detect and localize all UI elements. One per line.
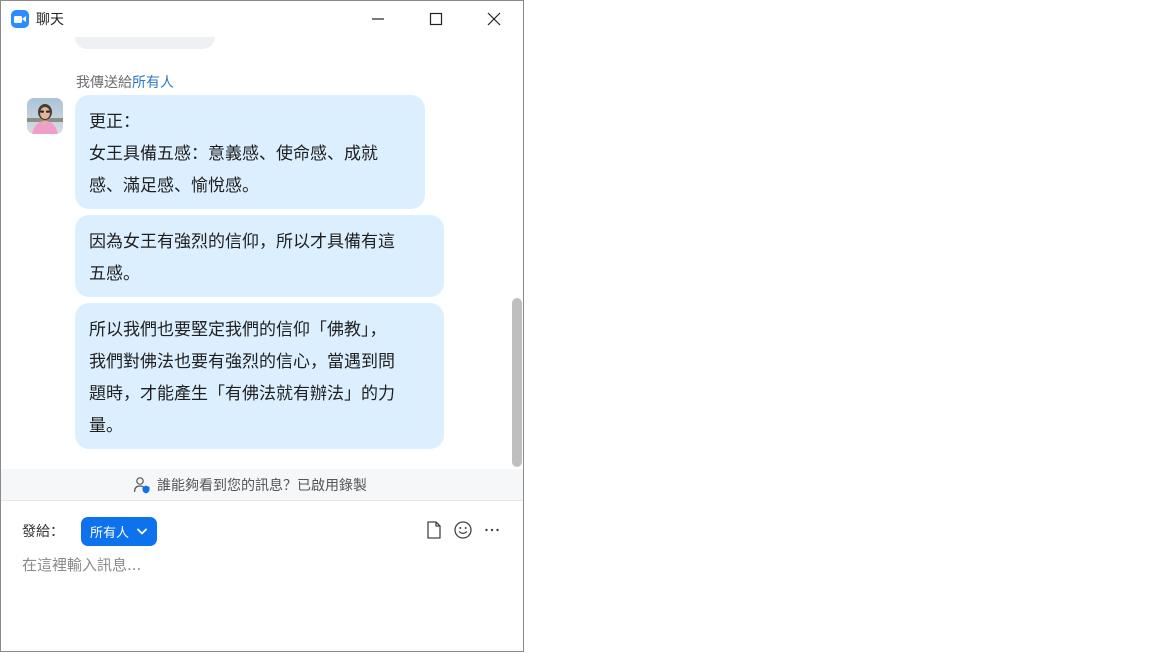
zoom-app-icon	[11, 10, 29, 28]
maximize-icon	[429, 12, 443, 26]
close-button[interactable]	[471, 1, 517, 37]
message-sender-line: 我傳送給所有人	[76, 72, 174, 92]
message-line: 更正：	[89, 112, 140, 132]
more-icon	[485, 528, 499, 532]
privacy-notice-text[interactable]: 誰能夠看到您的訊息？已啟用錄製	[157, 475, 367, 495]
chevron-down-icon	[137, 528, 147, 535]
privacy-notice-bar[interactable]: 誰能夠看到您的訊息？已啟用錄製	[1, 469, 523, 501]
previous-message-bubble	[75, 37, 215, 49]
minimize-icon	[372, 18, 384, 20]
message-line: 我們對佛法也要有強烈的信心，當遇到問	[89, 352, 395, 372]
avatar-image	[27, 98, 63, 134]
recipient-select-label: 所有人	[90, 526, 130, 541]
message-line: 女王具備五感：意義感、使命感、成就	[89, 144, 378, 164]
recipient-select-button[interactable]: 所有人	[81, 517, 157, 546]
send-file-button[interactable]	[424, 520, 444, 540]
message-line: 題時，才能產生「有佛法就有辦法」的力	[89, 384, 395, 404]
chat-message-bubble[interactable]: 所以我們也要堅定我們的信仰「佛教」， 我們對佛法也要有強烈的信心，當遇到問 題時…	[75, 303, 444, 449]
minimize-button[interactable]	[355, 1, 401, 37]
scrollbar-thumb[interactable]	[512, 298, 522, 467]
privacy-shield-user-icon	[133, 477, 150, 494]
emoji-button[interactable]	[453, 520, 473, 540]
maximize-button[interactable]	[413, 1, 459, 37]
avatar[interactable]	[27, 98, 63, 134]
window-title: 聊天	[36, 12, 64, 28]
message-input[interactable]	[22, 553, 502, 577]
message-line: 感、滿足感、愉悅感。	[89, 176, 259, 196]
title-bar[interactable]: 聊天	[1, 1, 523, 37]
chat-message-bubble[interactable]: 更正： 女王具備五感：意義感、使命感、成就 感、滿足感、愉悅感。	[75, 95, 425, 209]
message-line: 所以我們也要堅定我們的信仰「佛教」，	[89, 320, 387, 340]
chat-window: 聊天 我傳送給所有人 更正： 女王具備五感：意義感、使命感、成就 感、滿足感、愉…	[0, 0, 524, 652]
chat-message-bubble[interactable]: 因為女王有強烈的信仰，所以才具備有這 五感。	[75, 215, 444, 297]
close-icon	[487, 12, 501, 26]
emoji-icon	[454, 521, 472, 539]
file-icon	[427, 521, 441, 539]
message-line: 五感。	[89, 264, 140, 284]
sender-prefix: 我傳送給	[76, 75, 132, 91]
message-line: 量。	[89, 416, 123, 436]
message-line: 因為女王有強烈的信仰，所以才具備有這	[89, 232, 395, 252]
recipient-link[interactable]: 所有人	[132, 75, 174, 91]
chat-message-list[interactable]: 我傳送給所有人 更正： 女王具備五感：意義感、使命感、成就 感、滿足感、愉悅感。…	[1, 37, 510, 469]
more-options-button[interactable]	[482, 520, 502, 540]
send-to-label: 發給：	[22, 524, 64, 540]
